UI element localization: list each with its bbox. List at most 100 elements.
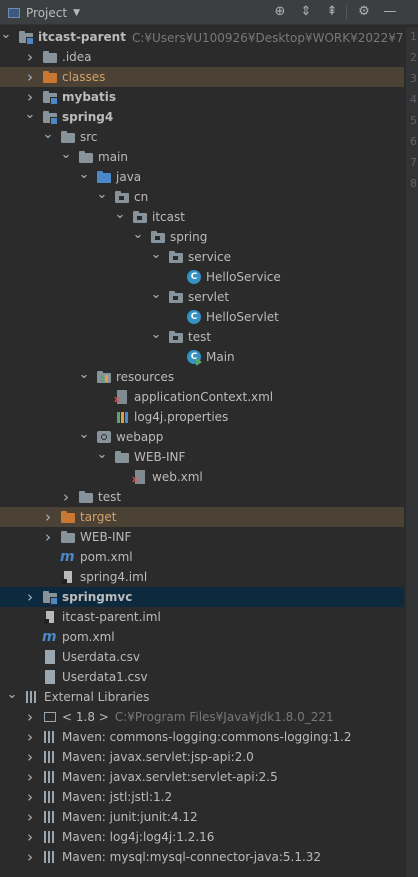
tree-node[interactable]: › Maven: javax.servlet:servlet-api:2.5 [0, 767, 404, 787]
tree-node[interactable]: C HelloServlet [0, 307, 404, 327]
class-icon: C [186, 309, 202, 325]
chevron-down-icon[interactable]: ⌄ [96, 444, 108, 464]
tree-node[interactable]: › target [0, 507, 404, 527]
chevron-down-icon[interactable]: ⌄ [150, 244, 162, 264]
class-run-icon: C [186, 349, 202, 366]
tree-node[interactable]: x applicationContext.xml [0, 387, 404, 407]
tree-node[interactable]: › Maven: mysql:mysql-connector-java:5.1.3… [0, 847, 404, 867]
tree-node[interactable]: › classes [0, 67, 404, 87]
tree-node[interactable]: ⌄ External Libraries [0, 687, 404, 707]
chevron-down-icon[interactable]: ⌄ [132, 224, 144, 244]
project-view-selector[interactable]: Project ▼ [8, 0, 80, 25]
tree-node[interactable]: m pom.xml [0, 547, 404, 567]
tree-node[interactable]: log4j.properties [0, 407, 404, 427]
chevron-down-icon[interactable]: ⌄ [78, 364, 90, 384]
tree-node[interactable]: › Maven: javax.servlet:jsp-api:2.0 [0, 747, 404, 767]
chevron-down-icon[interactable]: ⌄ [78, 424, 90, 444]
chevron-right-icon[interactable]: › [60, 487, 72, 507]
tree-node-label: itcast-parent.iml [62, 610, 161, 624]
tree-node[interactable]: › WEB-INF [0, 527, 404, 547]
chevron-down-icon[interactable]: ⌄ [96, 184, 108, 204]
chevron-right-icon[interactable]: › [24, 587, 36, 607]
tree-node[interactable]: ⌄ service [0, 247, 404, 267]
gear-icon[interactable]: ⚙ [356, 4, 372, 20]
tree-node[interactable]: ⌄ test [0, 327, 404, 347]
crosshair-icon[interactable]: ⊕ [272, 4, 288, 20]
library-icon [42, 769, 58, 785]
tree-node[interactable]: Userdata.csv [0, 647, 404, 667]
chevron-right-icon[interactable]: › [42, 507, 54, 527]
tree-node[interactable]: Userdata1.csv [0, 667, 404, 687]
chevron-right-icon[interactable]: › [24, 707, 36, 727]
chevron-right-icon[interactable]: › [24, 67, 36, 87]
tree-node[interactable]: ⌄ webapp [0, 427, 404, 447]
tree-node[interactable]: x web.xml [0, 467, 404, 487]
chevron-right-icon[interactable]: › [24, 727, 36, 747]
tree-node-label: src [80, 130, 98, 144]
chevron-down-icon[interactable]: ⌄ [0, 27, 12, 44]
project-tree[interactable]: ⌄ itcast-parent C:¥Users¥U100926¥Desktop¥W… [0, 27, 404, 877]
chevron-down-icon[interactable]: ⌄ [150, 324, 162, 344]
tree-node[interactable]: › Maven: log4j:log4j:1.2.16 [0, 827, 404, 847]
project-panel-header: Project ▼ ⊕ ⇕ ⇞ ⚙ — [0, 0, 418, 25]
expand-all-icon[interactable]: ⇕ [298, 4, 314, 20]
tree-node[interactable]: › Maven: junit:junit:4.12 [0, 807, 404, 827]
tree-node[interactable]: ⌄ itcast-parent C:¥Users¥U100926¥Desktop¥W… [0, 27, 404, 47]
tree-node[interactable]: › Maven: commons-logging:commons-logging:… [0, 727, 404, 747]
tree-node[interactable]: ⌄ main [0, 147, 404, 167]
tree-node[interactable]: › springmvc [0, 587, 404, 607]
chevron-right-icon[interactable]: › [42, 527, 54, 547]
tree-node[interactable]: spring4.iml [0, 567, 404, 587]
tree-node[interactable]: › Maven: jstl:jstl:1.2 [0, 787, 404, 807]
jdk-icon [42, 709, 58, 725]
chevron-down-icon[interactable]: ⌄ [150, 284, 162, 304]
module-folder-icon-part [26, 37, 34, 45]
chevron-down-icon: ▼ [73, 7, 80, 18]
package-icon [168, 289, 184, 305]
chevron-right-icon[interactable]: › [24, 827, 36, 847]
chevron-right-icon[interactable]: › [24, 747, 36, 767]
tree-node[interactable]: › < 1.8 > C:¥Program Files¥Java¥jdk1.8.0_2… [0, 707, 404, 727]
chevron-down-icon[interactable]: ⌄ [42, 124, 54, 144]
folder-orange-icon [42, 69, 58, 85]
chevron-down-icon[interactable]: ⌄ [24, 104, 36, 124]
tree-node[interactable]: ⌄ itcast [0, 207, 404, 227]
tree-node[interactable]: ⌄ java [0, 167, 404, 187]
tree-node[interactable]: ⌄ spring4 [0, 107, 404, 127]
tree-node[interactable]: ⌄ servlet [0, 287, 404, 307]
panel-title: Project [26, 5, 68, 20]
tree-node[interactable]: ⌄ WEB-INF [0, 447, 404, 467]
tree-node[interactable]: › test [0, 487, 404, 507]
class-icon-part: C [187, 270, 201, 284]
tree-node[interactable]: ⌄ spring [0, 227, 404, 247]
gutter-line-number: 5 [410, 114, 417, 127]
chevron-down-icon[interactable]: ⌄ [6, 684, 18, 704]
chevron-right-icon[interactable]: › [24, 787, 36, 807]
chevron-right-icon[interactable]: › [24, 47, 36, 67]
tree-node[interactable]: m pom.xml [0, 627, 404, 647]
tree-node[interactable]: C Main [0, 347, 404, 367]
tree-node-label: pom.xml [62, 630, 115, 644]
chevron-right-icon[interactable]: › [24, 807, 36, 827]
chevron-right-icon[interactable]: › [24, 847, 36, 867]
library-icon-part [44, 731, 56, 743]
chevron-down-icon[interactable]: ⌄ [60, 144, 72, 164]
tree-node[interactable]: C HelloService [0, 267, 404, 287]
chevron-right-icon[interactable]: › [24, 767, 36, 787]
tree-node[interactable]: itcast-parent.iml [0, 607, 404, 627]
tree-node-label: Userdata1.csv [62, 670, 148, 684]
tree-node[interactable]: ⌄ cn [0, 187, 404, 207]
tree-node[interactable]: › .idea [0, 47, 404, 67]
tree-node[interactable]: › mybatis [0, 87, 404, 107]
tree-node[interactable]: ⌄ resources [0, 367, 404, 387]
chevron-down-icon[interactable]: ⌄ [78, 164, 90, 184]
chevron-down-icon[interactable]: ⌄ [114, 204, 126, 224]
collapse-all-icon[interactable]: ⇞ [324, 4, 340, 20]
class-icon: C [186, 269, 202, 285]
minimize-icon[interactable]: — [382, 4, 398, 20]
